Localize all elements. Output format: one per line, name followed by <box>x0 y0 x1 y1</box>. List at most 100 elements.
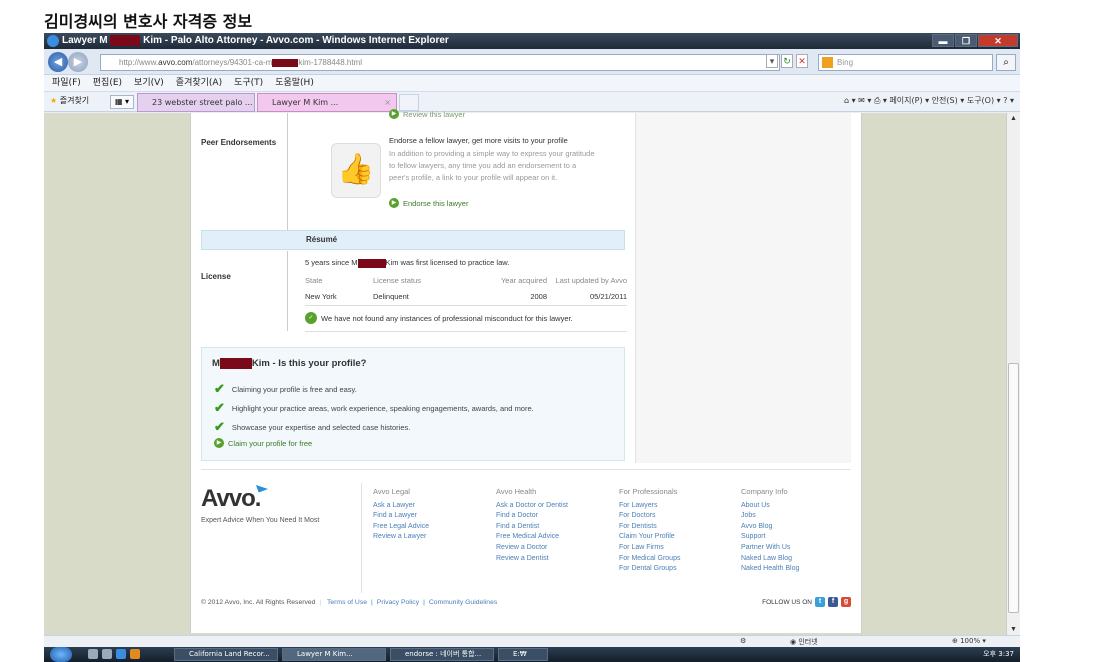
footer-divider <box>201 469 851 470</box>
menu-file[interactable]: 파일(F) <box>52 75 81 91</box>
maximize-button[interactable]: ❐ <box>955 34 977 47</box>
explorer-icon[interactable] <box>102 649 112 659</box>
footer-link[interactable]: Avvo Blog <box>741 522 799 533</box>
quick-tabs-button[interactable]: ▦ ▾ <box>110 95 134 109</box>
window-titlebar: Lawyer M Kim - Palo Alto Attorney - Avvo… <box>44 33 1020 49</box>
quick-launch <box>88 649 140 659</box>
menu-tools[interactable]: 도구(T) <box>234 75 263 91</box>
tab-lawyer[interactable]: Lawyer M Kim ... × <box>257 93 397 112</box>
license-table: State License status Year acquired Last … <box>305 272 627 304</box>
sidebar <box>635 113 851 463</box>
minimize-button[interactable]: ▬ <box>932 34 954 47</box>
zoom-level[interactable]: ⊕ 100% ▾ <box>952 637 986 645</box>
endorse-lawyer-link[interactable]: ▶ Endorse this lawyer <box>389 198 468 208</box>
footer-link[interactable]: For Doctors <box>619 511 680 522</box>
footer-link[interactable]: Find a Doctor <box>496 511 568 522</box>
footer-link[interactable]: For Dentists <box>619 522 680 533</box>
privacy-link[interactable]: Privacy Policy <box>377 599 419 606</box>
license-label: License <box>201 272 231 281</box>
ie-icon <box>47 35 59 47</box>
refresh-icon[interactable]: ↻ <box>781 54 793 68</box>
terms-link[interactable]: Terms of Use <box>327 599 367 606</box>
forward-button[interactable]: ▶ <box>68 52 88 72</box>
vertical-scrollbar[interactable]: ▲ ▼ <box>1006 113 1020 635</box>
peer-endorsements-label: Peer Endorsements <box>201 138 277 147</box>
internet-zone: ◉ 인터넷 <box>790 638 818 646</box>
footer-link[interactable]: For Medical Groups <box>619 554 680 565</box>
twitter-icon[interactable]: t <box>815 597 825 607</box>
avvo-logo[interactable]: Avvo. <box>201 481 269 513</box>
footer-link[interactable]: Naked Law Blog <box>741 554 799 565</box>
command-bar[interactable]: ⌂ ▾ ✉ ▾ ⎙ ▾ 페이지(P) ▾ 안전(S) ▾ 도구(O) ▾ ? ▾ <box>844 95 1014 106</box>
search-input[interactable]: Bing <box>818 54 993 71</box>
taskbar: California Land Recor... Lawyer M Kim...… <box>44 647 1020 662</box>
endorse-heading: Endorse a fellow lawyer, get more visits… <box>389 136 568 145</box>
dropdown-icon[interactable]: ▾ <box>766 54 778 68</box>
footer-link[interactable]: Partner With Us <box>741 543 799 554</box>
stop-icon[interactable]: ✕ <box>796 54 808 68</box>
footer-link[interactable]: Review a Lawyer <box>373 532 429 543</box>
footer-link[interactable]: Support <box>741 532 799 543</box>
taskbar-item[interactable]: California Land Recor... <box>174 648 278 661</box>
back-button[interactable]: ◀ <box>48 52 68 72</box>
page-viewport: ▶ Review this lawyer Peer Endorsements 👍 … <box>44 109 1020 635</box>
system-clock[interactable]: 오후 3:37 <box>983 648 1014 661</box>
claim-item: ✔ Highlight your practice areas, work exp… <box>214 400 534 415</box>
review-lawyer-link[interactable]: ▶ Review this lawyer <box>389 109 465 119</box>
menu-help[interactable]: 도움말(H) <box>275 75 314 91</box>
checkmark-icon: ✔ <box>214 381 225 396</box>
resume-header: Résumé <box>201 230 625 250</box>
taskbar-item[interactable]: endorse : 네이버 통합... <box>390 648 494 661</box>
play-icon: ▶ <box>389 109 399 119</box>
footer-link[interactable]: Jobs <box>741 511 799 522</box>
copyright: © 2012 Avvo, Inc. All Rights Reserved <box>201 599 316 606</box>
footer-link[interactable]: Ask a Lawyer <box>373 501 429 512</box>
footer-link[interactable]: For Lawyers <box>619 501 680 512</box>
avvo-page: ▶ Review this lawyer Peer Endorsements 👍 … <box>190 109 862 633</box>
play-icon: ▶ <box>214 438 224 448</box>
taskbar-item[interactable]: E:₩ <box>498 648 548 661</box>
address-bar[interactable]: http://www.avvo.com/attorneys/94301-ca-m… <box>100 54 780 71</box>
menu-favorites[interactable]: 즐겨찾기(A) <box>176 75 222 91</box>
footer-link[interactable]: Claim Your Profile <box>619 532 680 543</box>
divider <box>305 305 627 306</box>
endorse-body-3: peer's profile, a link to your profile w… <box>389 173 558 182</box>
scroll-thumb[interactable] <box>1008 363 1019 613</box>
claim-profile-link[interactable]: ▶ Claim your profile for free <box>214 438 312 448</box>
google-plus-icon[interactable]: g <box>841 597 851 607</box>
redaction-bar <box>357 258 386 268</box>
divider <box>305 331 627 332</box>
footer-link[interactable]: Find a Lawyer <box>373 511 429 522</box>
favorites-button[interactable]: ★ 즐겨찾기 <box>50 95 89 106</box>
footer-link[interactable]: Find a Dentist <box>496 522 568 533</box>
desktop-icon[interactable] <box>88 649 98 659</box>
scroll-up-icon[interactable]: ▲ <box>1010 115 1017 122</box>
ie-icon[interactable] <box>116 649 126 659</box>
footer-link[interactable]: About Us <box>741 501 799 512</box>
footer-link[interactable]: For Law Firms <box>619 543 680 554</box>
footer-divider <box>361 483 362 593</box>
protected-mode-icon: ⚙ <box>740 637 747 645</box>
taskbar-item[interactable]: Lawyer M Kim... <box>282 648 386 661</box>
follow-us: FOLLOW US ON t f g <box>762 597 851 607</box>
footer-link[interactable]: Free Legal Advice <box>373 522 429 533</box>
footer-link[interactable]: Free Medical Advice <box>496 532 568 543</box>
facebook-icon[interactable]: f <box>828 597 838 607</box>
community-link[interactable]: Community Guidelines <box>429 599 497 606</box>
media-icon[interactable] <box>130 649 140 659</box>
footer-col-health: Avvo Health Ask a Doctor or Dentist Find… <box>496 487 568 564</box>
tab-webster[interactable]: 23 webster street palo ... <box>137 93 255 112</box>
footer-link[interactable]: Ask a Doctor or Dentist <box>496 501 568 512</box>
avvo-tagline: Expert Advice When You Need It Most <box>201 517 320 524</box>
footer-link[interactable]: Naked Health Blog <box>741 564 799 575</box>
close-button[interactable]: ✕ <box>978 34 1018 47</box>
footer-link[interactable]: Review a Doctor <box>496 543 568 554</box>
search-button[interactable]: ⌕ <box>996 54 1016 71</box>
footer-link[interactable]: For Dental Groups <box>619 564 680 575</box>
menu-view[interactable]: 보기(V) <box>134 75 164 91</box>
window-title-prefix: Lawyer M <box>62 35 108 46</box>
scroll-down-icon[interactable]: ▼ <box>1010 626 1017 633</box>
start-button[interactable] <box>50 647 72 662</box>
footer-link[interactable]: Review a Dentist <box>496 554 568 565</box>
menu-edit[interactable]: 편집(E) <box>93 75 122 91</box>
